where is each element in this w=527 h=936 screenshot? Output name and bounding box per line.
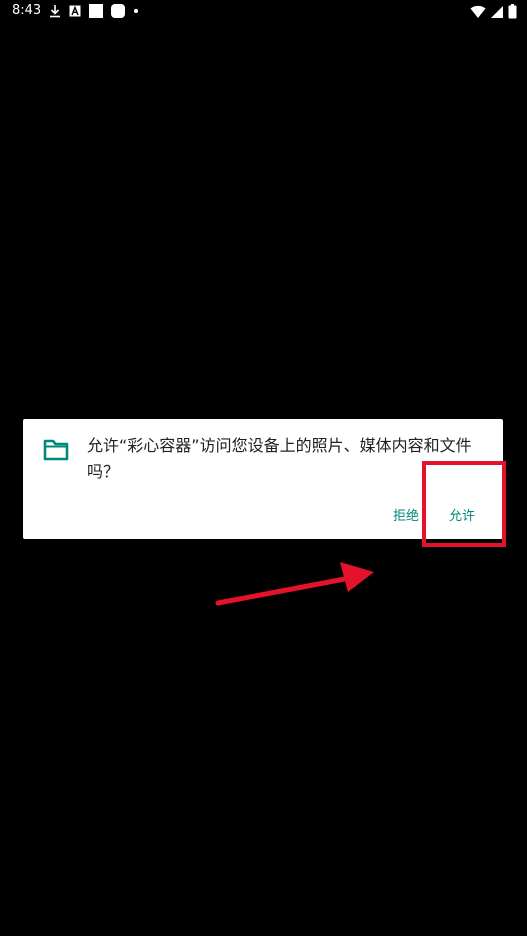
arrow-annotation xyxy=(215,562,374,606)
status-time: 8:43 xyxy=(12,3,42,18)
square-icon xyxy=(89,3,104,18)
rounded-square-icon xyxy=(111,3,126,18)
status-right xyxy=(470,4,517,19)
download-icon xyxy=(49,4,61,18)
font-a-icon xyxy=(69,5,81,17)
dot-icon xyxy=(133,8,139,14)
battery-icon xyxy=(508,4,517,19)
highlight-box xyxy=(422,461,506,547)
status-bar: 8:43 xyxy=(0,0,527,24)
deny-button[interactable]: 拒绝 xyxy=(387,501,425,528)
status-left: 8:43 xyxy=(12,3,139,18)
folder-icon xyxy=(43,439,69,461)
signal-icon xyxy=(490,5,504,19)
wifi-icon xyxy=(470,5,486,19)
